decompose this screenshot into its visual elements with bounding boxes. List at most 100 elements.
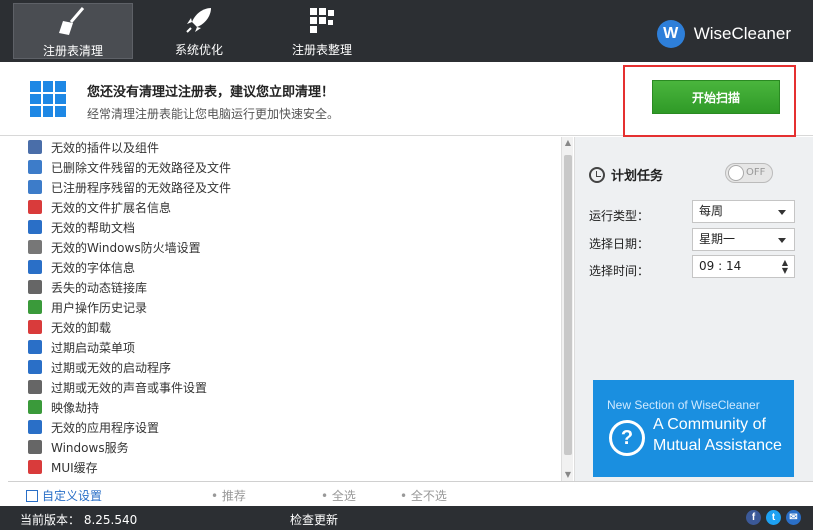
window-icon	[28, 160, 42, 174]
banner-title: 您还没有清理过注册表，建议您立即清理！	[87, 85, 335, 100]
list-item[interactable]: 无效的Windows防火墙设置	[8, 237, 561, 257]
list-item[interactable]: 用户操作历史记录	[8, 297, 561, 317]
list-item-label: 已删除文件残留的无效路径及文件	[51, 160, 232, 175]
file-error-icon	[28, 200, 42, 214]
date-value: 星期一	[699, 232, 736, 246]
highlight-box	[623, 65, 796, 137]
wisecleaner-logo: W	[656, 20, 685, 48]
check-update-link[interactable]: 检查更新	[290, 511, 338, 528]
font-icon	[28, 260, 42, 274]
schedule-panel: 计划任务 OFF 运行类型： 每周 选择日期： 星期一 选择时间： 09 : 1…	[574, 137, 813, 481]
list-item-label: 用户操作历史记录	[51, 300, 148, 315]
run-type-label: 运行类型：	[589, 209, 650, 223]
list-scrollbar[interactable]: ▲ ▼	[561, 137, 573, 481]
community-ad-banner[interactable]: New Section of WiseCleaner ? A Community…	[593, 380, 794, 477]
list-item-label: 无效的帮助文档	[51, 220, 136, 235]
settings-icon	[26, 489, 38, 502]
tab-registry-defrag[interactable]: 注册表整理	[262, 3, 382, 59]
tab-label: 注册表清理	[42, 44, 103, 58]
list-item-label: 过期或无效的声音或事件设置	[51, 380, 208, 395]
scroll-down-icon[interactable]: ▼	[562, 469, 574, 481]
list-item[interactable]: 无效的卸载	[8, 317, 561, 337]
recommend-link[interactable]: • 推荐	[211, 487, 246, 504]
blocks-icon	[262, 3, 382, 37]
list-item[interactable]: 无效的文件扩展名信息	[8, 197, 561, 217]
status-bar: 当前版本： 8.25.540 检查更新 f t ✉	[0, 506, 813, 530]
list-item-label: 无效的文件扩展名信息	[51, 200, 172, 215]
select-all-link[interactable]: • 全选	[321, 487, 356, 504]
tab-registry-cleaner[interactable]: 注册表清理	[13, 3, 133, 59]
banner-subtitle: 经常清理注册表能让您电脑运行更加快速安全。	[87, 107, 340, 121]
list-item[interactable]: 无效的字体信息	[8, 257, 561, 277]
list-item-label: 无效的字体信息	[51, 260, 136, 275]
recommend-label: 推荐	[221, 489, 246, 503]
brand: W WiseCleaner	[656, 20, 791, 48]
brand-name: WiseCleaner	[693, 24, 791, 43]
facebook-icon[interactable]: f	[746, 510, 761, 525]
tab-system-optimize[interactable]: 系统优化	[139, 3, 259, 59]
list-item-label: 无效的卸载	[51, 320, 112, 335]
schedule-title: 计划任务	[589, 165, 663, 184]
startup-icon	[28, 360, 42, 374]
run-type-select[interactable]: 每周	[692, 200, 795, 223]
ad-line-2: Mutual Assistance	[653, 437, 782, 454]
date-label: 选择日期：	[589, 237, 650, 251]
top-toolbar: 注册表清理 系统优化 注册表整理 W WiseCleaner	[0, 0, 813, 62]
chevron-down-icon	[778, 238, 786, 243]
time-value: 09 : 14	[699, 259, 742, 273]
cache-icon	[28, 460, 42, 474]
schedule-toggle[interactable]: OFF	[725, 163, 773, 183]
question-icon: ?	[609, 420, 645, 456]
list-item[interactable]: 过期或无效的声音或事件设置	[8, 377, 561, 397]
custom-settings-link[interactable]: 自定义设置	[26, 487, 102, 504]
list-item[interactable]: 已删除文件残留的无效路径及文件	[8, 157, 561, 177]
windows-tiles-icon	[30, 81, 66, 117]
list-icon	[28, 180, 42, 194]
schedule-title-text: 计划任务	[611, 169, 664, 184]
list-item-label: 丢失的动态链接库	[51, 280, 148, 295]
bug-icon	[28, 400, 42, 414]
list-item[interactable]: 无效的插件以及组件	[8, 137, 561, 157]
time-spinner[interactable]: 09 : 14 ▲ ▼	[692, 255, 795, 278]
list-item[interactable]: 已注册程序残留的无效路径及文件	[8, 177, 561, 197]
app-settings-icon	[28, 420, 42, 434]
rocket-icon	[139, 3, 259, 37]
mail-icon[interactable]: ✉	[786, 510, 801, 525]
list-item[interactable]: 过期启动菜单项	[8, 337, 561, 357]
version-text: 当前版本： 8.25.540	[20, 513, 138, 527]
ad-line-1: A Community of	[653, 416, 766, 433]
run-type-value: 每周	[699, 204, 724, 218]
list-item-label: 已注册程序残留的无效路径及文件	[51, 180, 232, 195]
list-item[interactable]: 映像劫持	[8, 397, 561, 417]
clock-icon	[589, 166, 605, 183]
list-action-bar: 自定义设置 • 推荐 • 全选 • 全不选	[8, 481, 813, 506]
select-none-link[interactable]: • 全不选	[400, 487, 447, 504]
select-all-label: 全选	[331, 489, 356, 503]
sound-icon	[28, 380, 42, 394]
dll-icon	[28, 280, 42, 294]
list-item[interactable]: 丢失的动态链接库	[8, 277, 561, 297]
list-item-label: 无效的应用程序设置	[51, 420, 160, 435]
gear-icon	[28, 440, 42, 454]
list-item[interactable]: Windows服务	[8, 437, 561, 457]
list-item-label: 无效的Windows防火墙设置	[51, 240, 201, 255]
list-item-label: 过期或无效的启动程序	[51, 360, 172, 375]
list-item[interactable]: 无效的帮助文档	[8, 217, 561, 237]
scroll-up-icon[interactable]: ▲	[562, 137, 574, 149]
list-item[interactable]: 无效的应用程序设置	[8, 417, 561, 437]
custom-settings-label: 自定义设置	[42, 489, 103, 503]
list-item[interactable]: MUI缓存	[8, 457, 561, 477]
date-select[interactable]: 星期一	[692, 228, 795, 251]
list-item[interactable]: 过期或无效的启动程序	[8, 357, 561, 377]
uninstall-icon	[28, 320, 42, 334]
list-item-label: Windows服务	[51, 440, 129, 455]
broom-icon	[14, 4, 132, 38]
scroll-thumb[interactable]	[564, 155, 572, 455]
spinner-arrows-icon[interactable]: ▲ ▼	[782, 259, 788, 275]
firewall-icon	[28, 240, 42, 254]
help-doc-icon	[28, 220, 42, 234]
start-menu-icon	[28, 340, 42, 354]
list-item-label: 无效的插件以及组件	[51, 140, 160, 155]
twitter-icon[interactable]: t	[766, 510, 781, 525]
time-label: 选择时间：	[589, 264, 650, 278]
